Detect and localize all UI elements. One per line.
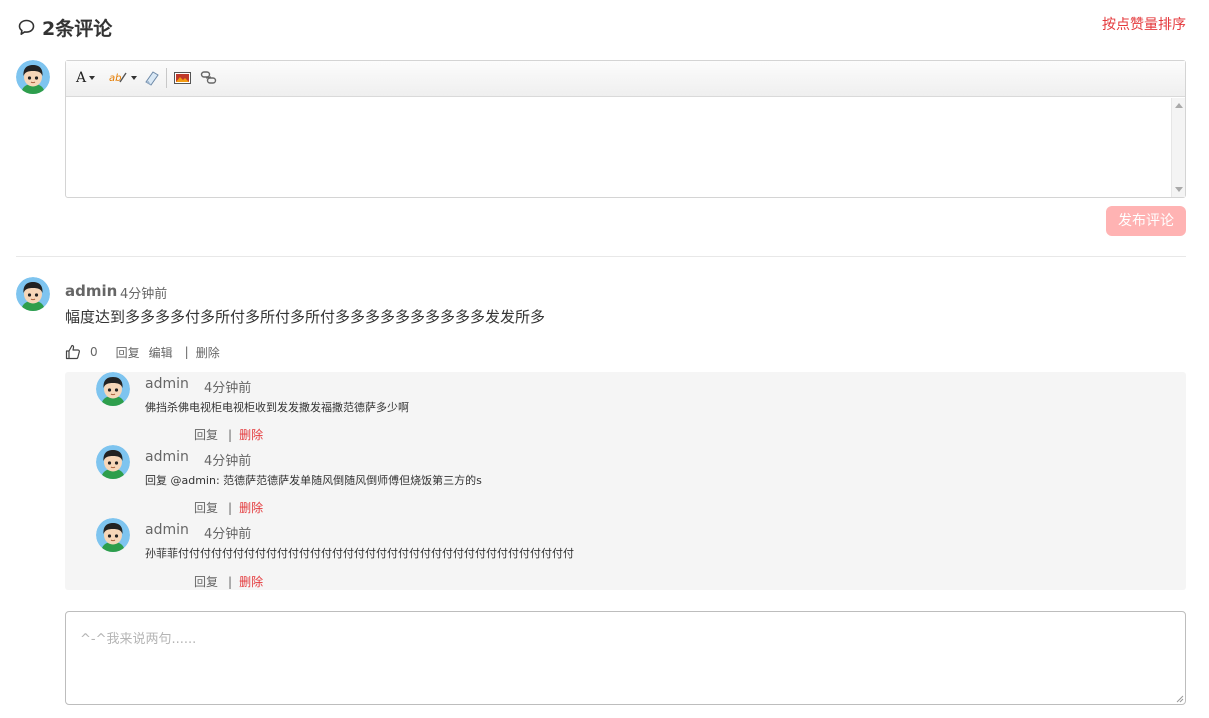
delete-button[interactable]: 删除 xyxy=(239,499,263,516)
link-icon[interactable] xyxy=(200,68,218,88)
highlight-color-icon[interactable]: ab xyxy=(108,68,137,88)
reply-content: 回复 @admin: 范德萨范德萨发单随风倒随风倒师傅但烧饭第三方的s xyxy=(145,474,482,487)
action-separator: | xyxy=(228,574,233,589)
reply-actions: 回复 | 删除 xyxy=(194,426,263,443)
reply-timestamp: 4分钟前 xyxy=(204,381,252,396)
edit-button[interactable]: 编辑 xyxy=(149,344,173,361)
avatar xyxy=(96,518,130,552)
comment-content: 幅度达到多多多多付多所付多所付多所付多多多多多多多多多多发发所多 xyxy=(65,308,546,326)
editor-toolbar: A ab xyxy=(66,61,1185,97)
delete-button[interactable]: 删除 xyxy=(196,344,220,361)
thumbs-up-icon[interactable] xyxy=(65,344,81,360)
avatar xyxy=(96,445,130,479)
reply-content: 佛挡杀佛电视柜电视柜收到发发撒发福撒范德萨多少啊 xyxy=(145,401,409,414)
replies-panel: admin 4分钟前 佛挡杀佛电视柜电视柜收到发发撒发福撒范德萨多少啊 回复 |… xyxy=(65,372,1186,590)
comment-editor: A ab xyxy=(65,60,1186,198)
scroll-up-arrow-icon[interactable] xyxy=(1175,103,1183,108)
action-separator: | xyxy=(228,500,233,515)
action-separator: | xyxy=(228,427,233,442)
reply-button[interactable]: 回复 xyxy=(194,573,218,590)
eraser-icon[interactable] xyxy=(142,68,160,88)
reply-actions: 回复 | 删除 xyxy=(194,499,263,516)
reply-timestamp: 4分钟前 xyxy=(204,454,252,469)
resize-handle-icon[interactable] xyxy=(1175,694,1184,703)
avatar xyxy=(16,277,50,311)
reply-actions: 回复 | 删除 xyxy=(194,573,263,590)
scroll-down-arrow-icon[interactable] xyxy=(1175,187,1183,192)
speech-bubble-icon xyxy=(18,19,35,35)
action-separator: | xyxy=(184,345,189,359)
svg-text:ab: ab xyxy=(109,73,121,84)
reply-content: 孙菲菲付付付付付付付付付付付付付付付付付付付付付付付付付付付付付付付付付付付付 xyxy=(145,547,574,560)
delete-button[interactable]: 删除 xyxy=(239,573,263,590)
reply-timestamp: 4分钟前 xyxy=(204,527,252,542)
reply-button[interactable]: 回复 xyxy=(116,344,140,361)
sort-by-likes-link[interactable]: 按点赞量排序 xyxy=(1102,16,1186,34)
reply-username[interactable]: admin xyxy=(145,376,189,392)
font-color-icon[interactable]: A xyxy=(76,68,96,88)
editor-text-area[interactable] xyxy=(66,98,1171,197)
reply-username[interactable]: admin xyxy=(145,449,189,465)
avatar xyxy=(96,372,130,406)
comment-username[interactable]: admin xyxy=(65,282,117,300)
comments-header: 2条评论 按点赞量排序 xyxy=(16,16,1186,44)
delete-button[interactable]: 删除 xyxy=(239,426,263,443)
comment-actions: 0 回复 编辑 | 删除 xyxy=(65,343,220,361)
reply-button[interactable]: 回复 xyxy=(194,426,218,443)
reply-username[interactable]: admin xyxy=(145,522,189,538)
image-icon[interactable] xyxy=(174,68,191,88)
reply-textarea[interactable] xyxy=(65,611,1186,705)
reply-button[interactable]: 回复 xyxy=(194,499,218,516)
comment-timestamp: 4分钟前 xyxy=(120,287,168,302)
current-user-avatar xyxy=(16,60,50,94)
divider xyxy=(16,256,1186,257)
like-count: 0 xyxy=(90,345,98,359)
comments-count-title: 2条评论 xyxy=(42,18,113,40)
editor-scrollbar[interactable] xyxy=(1171,98,1185,197)
toolbar-separator xyxy=(166,68,167,88)
publish-comment-button[interactable]: 发布评论 xyxy=(1106,206,1186,236)
